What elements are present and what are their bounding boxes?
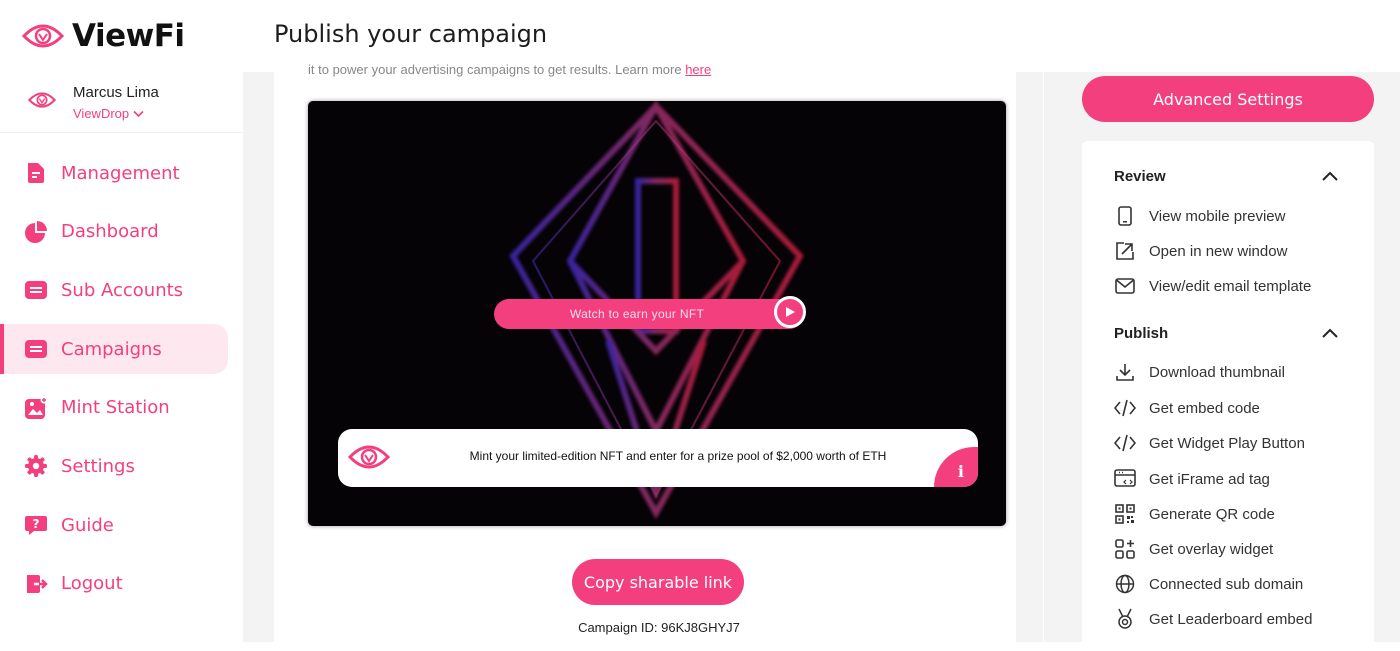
campaign-preview-card: it to power your advertising campaigns t…: [274, 62, 1016, 642]
user-name: Marcus Lima: [73, 84, 159, 101]
sidebar-item-logout[interactable]: Logout: [0, 559, 228, 609]
image-plus-icon: [24, 396, 48, 420]
get-widget-play-button[interactable]: Get Widget Play Button: [1114, 431, 1305, 455]
option-label: View mobile preview: [1149, 207, 1286, 225]
sidebar-item-label: Logout: [61, 573, 123, 595]
campaign-id: Campaign ID: 96KJ8GHYJ7: [578, 620, 740, 635]
connected-sub-domain[interactable]: Connected sub domain: [1114, 572, 1303, 596]
logout-icon: [24, 572, 48, 596]
gear-icon: [24, 454, 48, 478]
intro-text: it to power your advertising campaigns t…: [308, 62, 808, 79]
download-icon: [1114, 361, 1136, 383]
option-label: Generate QR code: [1149, 505, 1275, 523]
video-info-bar: Mint your limited-edition NFT and enter …: [338, 429, 978, 487]
info-icon: i: [957, 462, 964, 481]
sidebar-item-guide[interactable]: ? Guide: [0, 500, 228, 550]
mobile-icon: [1114, 205, 1136, 227]
sidebar-item-management[interactable]: Management: [0, 148, 228, 198]
watch-label: Watch to earn your NFT: [569, 307, 705, 321]
chevron-down-icon: [133, 110, 144, 117]
sidebar-item-label: Sub Accounts: [61, 279, 184, 301]
actions-panel: Review View mobile preview Open in new w…: [1082, 141, 1374, 651]
card-icon: [24, 278, 48, 302]
trophy-icon: [1114, 608, 1136, 630]
option-label: Get iFrame ad tag: [1149, 470, 1270, 488]
qr-icon: [1114, 503, 1136, 525]
sidebar-item-settings[interactable]: Settings: [0, 441, 228, 491]
org-selector[interactable]: ViewDrop: [73, 106, 144, 121]
document-icon: [24, 161, 48, 185]
sidebar-item-sub-accounts[interactable]: Sub Accounts: [0, 265, 228, 315]
option-label: Get embed code: [1149, 399, 1260, 417]
watch-to-earn-button[interactable]: Watch to earn your NFT: [494, 296, 806, 329]
sidebar: Marcus Lima ViewDrop Management Dashboar…: [0, 72, 242, 642]
sidebar-item-label: Campaigns: [61, 338, 162, 360]
option-label: Get overlay widget: [1149, 540, 1274, 558]
video-player[interactable]: Watch to earn your NFT Mint your limited…: [308, 101, 1006, 526]
main-content: it to power your advertising campaigns t…: [243, 62, 1043, 642]
get-overlay-widget[interactable]: Get overlay widget: [1114, 537, 1273, 561]
copy-link-button[interactable]: Copy sharable link: [572, 559, 744, 605]
learn-more-link[interactable]: here: [685, 62, 711, 77]
sidebar-item-label: Mint Station: [61, 397, 170, 419]
chevron-up-icon[interactable]: [1322, 327, 1338, 339]
mail-icon: [1114, 275, 1136, 297]
video-info-text: Mint your limited-edition NFT and enter …: [469, 449, 887, 463]
pie-chart-icon: [24, 220, 48, 244]
play-icon[interactable]: [774, 296, 806, 328]
download-thumbnail[interactable]: Download thumbnail: [1114, 360, 1285, 384]
user-switcher[interactable]: Marcus Lima ViewDrop: [0, 72, 242, 133]
sidebar-nav: Management Dashboard Sub Accounts Campai…: [0, 148, 242, 618]
generate-qr-code[interactable]: Generate QR code: [1114, 502, 1275, 526]
sidebar-item-label: Management: [61, 162, 180, 184]
sidebar-item-campaigns[interactable]: Campaigns: [0, 324, 228, 375]
sidebar-item-dashboard[interactable]: Dashboard: [0, 207, 228, 257]
sidebar-item-label: Dashboard: [61, 221, 159, 243]
option-label: Get Leaderboard embed: [1149, 610, 1313, 628]
view-mobile-preview[interactable]: View mobile preview: [1114, 204, 1285, 228]
svg-text:?: ?: [33, 517, 40, 531]
sidebar-item-mint-station[interactable]: Mint Station: [0, 383, 228, 433]
globe-icon: [1114, 573, 1136, 595]
card-icon: [24, 337, 48, 361]
app-name: ViewFi: [72, 18, 185, 54]
sidebar-item-label: Guide: [61, 514, 114, 536]
chevron-up-icon[interactable]: [1322, 170, 1338, 182]
code-icon: [1114, 432, 1136, 454]
option-label: Download thumbnail: [1149, 363, 1285, 381]
option-label: Connected sub domain: [1149, 575, 1304, 593]
option-label: View/edit email template: [1149, 277, 1312, 295]
get-iframe-ad-tag[interactable]: Get iFrame ad tag: [1114, 467, 1270, 491]
widget-add-icon: [1114, 538, 1136, 560]
code-icon: [1114, 397, 1136, 419]
help-bubble-icon: ?: [24, 513, 48, 537]
iframe-icon: [1114, 468, 1136, 490]
publish-panel: Advanced Settings Review View mobile pre…: [1044, 72, 1400, 651]
avatar: [28, 92, 56, 108]
org-name: ViewDrop: [73, 106, 130, 121]
edit-email-template[interactable]: View/edit email template: [1114, 274, 1311, 298]
open-in-new-window[interactable]: Open in new window: [1114, 239, 1287, 263]
get-embed-code[interactable]: Get embed code: [1114, 396, 1260, 420]
advanced-settings-button[interactable]: Advanced Settings: [1082, 76, 1374, 122]
eye-logo-icon: [22, 24, 64, 48]
intro-text-body: it to power your advertising campaigns t…: [308, 62, 682, 77]
option-label: Open in new window: [1149, 242, 1288, 260]
publish-heading[interactable]: Publish: [1114, 325, 1168, 342]
get-leaderboard-embed[interactable]: Get Leaderboard embed: [1114, 607, 1312, 631]
sidebar-item-label: Settings: [61, 455, 135, 477]
option-label: Get Widget Play Button: [1149, 434, 1305, 452]
app-logo[interactable]: ViewFi: [22, 16, 185, 56]
review-heading[interactable]: Review: [1114, 168, 1166, 185]
external-link-icon: [1114, 240, 1136, 262]
page-title: Publish your campaign: [274, 20, 548, 48]
